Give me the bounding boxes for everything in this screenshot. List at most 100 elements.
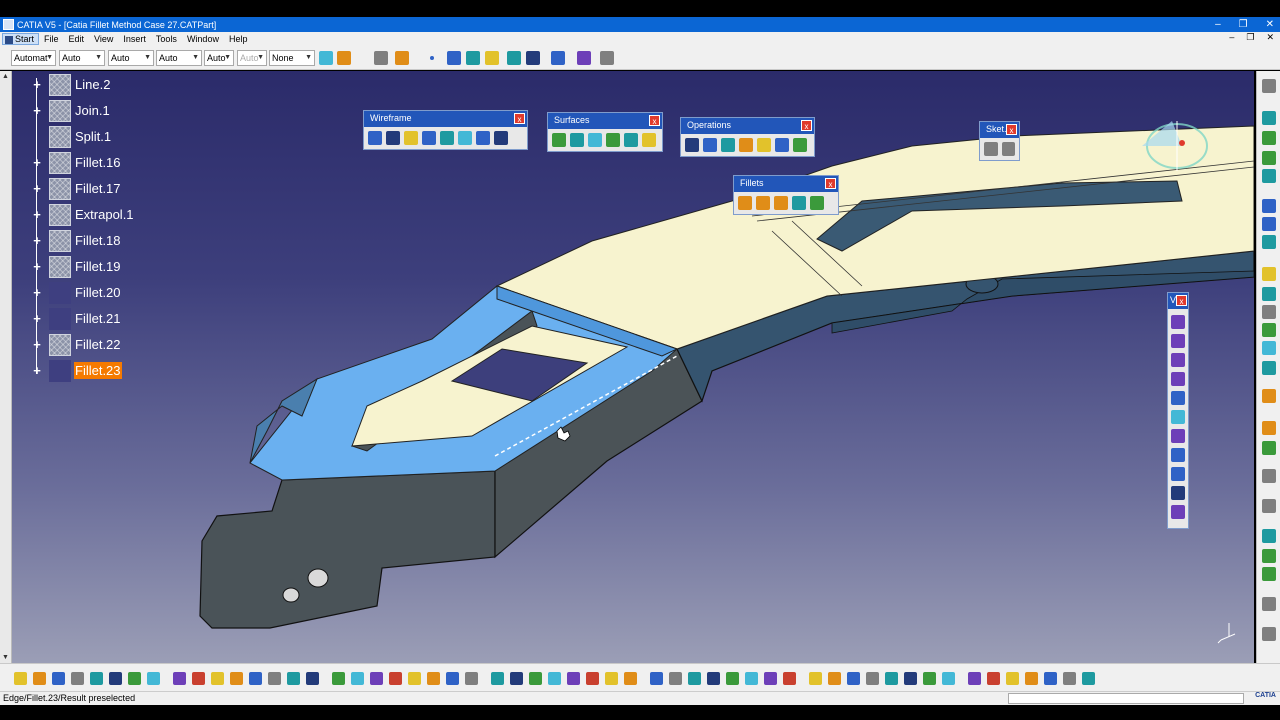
whats-this-icon[interactable] [192,672,205,685]
trim-icon[interactable] [739,138,753,152]
update-icon[interactable] [395,51,409,65]
tree-node-label[interactable]: Fillet.22 [74,336,122,353]
boundary-icon[interactable] [757,138,771,152]
multiview-icon[interactable] [783,672,796,685]
operations-toolbar-header[interactable]: Operations x [681,118,814,134]
copy-icon[interactable] [109,672,122,685]
transform-tool-icon[interactable] [1262,441,1276,455]
menu-window[interactable]: Window [182,34,224,44]
circle-icon[interactable] [476,131,490,145]
fillet-tool-icon[interactable] [1262,389,1276,403]
undo-icon[interactable] [147,672,160,685]
snapshot-icon[interactable] [605,672,618,685]
sheet-icon[interactable] [1006,672,1019,685]
tool-11-icon[interactable] [1171,505,1185,519]
cut-icon[interactable] [90,672,103,685]
surface-tool-icon[interactable] [1262,131,1276,145]
curve-icon[interactable] [466,51,480,65]
expand-icon[interactable]: + [30,260,44,274]
doc-close-button[interactable]: ✕ [1266,32,1274,43]
tree-node[interactable]: + Line.2 [30,72,160,98]
tool-4-icon[interactable] [1171,372,1185,386]
layer-combo[interactable]: None ▼ [269,50,315,66]
surface-feature-icon[interactable] [49,178,71,200]
tool-2-icon[interactable] [1171,334,1185,348]
menu-help[interactable]: Help [224,34,253,44]
close-icon[interactable]: x [1006,124,1017,135]
expand-icon[interactable]: + [30,208,44,222]
tree-node[interactable]: + Fillet.22 [30,332,160,358]
gear-icon[interactable] [374,51,388,65]
offset-tool-icon[interactable] [1262,287,1276,301]
join-tool-icon[interactable] [1262,169,1276,183]
tritangent-fillet-icon[interactable] [810,196,824,210]
plane-icon[interactable] [485,51,499,65]
minimize-button[interactable]: – [1215,19,1221,30]
selection-icon[interactable] [764,672,777,685]
tree-node[interactable]: + Fillet.19 [30,254,160,280]
parallel-icon[interactable] [809,672,822,685]
reaction-icon[interactable] [332,672,345,685]
tree-node-label[interactable]: Join.1 [74,102,111,119]
tree-node-label[interactable]: Fillet.23 [74,362,122,379]
measure-item-icon[interactable] [669,672,682,685]
projection-icon[interactable] [422,131,436,145]
pattern-tool-icon[interactable] [1262,567,1276,581]
command-input[interactable] [1008,693,1244,704]
tool-1-icon[interactable] [1171,315,1185,329]
axis-icon[interactable] [942,672,955,685]
offset-curve-icon[interactable] [458,131,472,145]
variable-fillet-icon[interactable] [774,196,788,210]
positioned-sketch-icon[interactable] [1001,142,1015,156]
3d-viewport[interactable] [12,71,1254,663]
clash-icon[interactable] [1044,672,1057,685]
painter-icon[interactable] [319,51,333,65]
tool-8-icon[interactable] [1171,448,1185,462]
table-tool-icon[interactable] [1262,549,1276,563]
menu-file[interactable]: File [39,34,64,44]
surface-feature-icon[interactable] [49,334,71,356]
apply-material-icon[interactable] [707,672,720,685]
inertia-icon[interactable] [688,672,701,685]
more-tools-icon[interactable] [1262,627,1276,641]
surface-feature-icon[interactable] [49,256,71,278]
doc-minimize-button[interactable]: – [1229,32,1234,43]
surface-icon[interactable] [507,51,521,65]
expand-icon[interactable]: + [30,338,44,352]
ground-icon[interactable] [885,672,898,685]
lighting-icon[interactable] [847,672,860,685]
healing-icon[interactable] [703,138,717,152]
transform-icon[interactable] [793,138,807,152]
sweep-tool-icon[interactable] [1262,217,1276,231]
doc-restore-button[interactable]: ❐ [1246,32,1254,43]
filter-icon[interactable] [726,672,739,685]
close-icon[interactable]: x [1176,295,1187,306]
fillet-feature-icon[interactable] [49,282,71,304]
tool-3-icon[interactable] [1171,353,1185,367]
intersection-icon[interactable] [440,131,454,145]
restore-button[interactable]: ❐ [1239,19,1248,30]
fill-tool-icon[interactable] [1262,235,1276,249]
split-icon[interactable] [721,138,735,152]
tree-node[interactable]: + Fillet.17 [30,176,160,202]
wireframe-tool-icon[interactable] [1262,111,1276,125]
fit-all-icon[interactable] [389,672,402,685]
paste-icon[interactable] [128,672,141,685]
fillet-feature-icon[interactable] [49,360,71,382]
scroll-up-icon[interactable]: ▲ [2,73,9,80]
surface-feature-icon[interactable] [49,74,71,96]
expand-icon[interactable]: + [30,104,44,118]
compass-tool-icon[interactable] [600,51,614,65]
tree-node-label[interactable]: Fillet.17 [74,180,122,197]
revolve-tool-icon[interactable] [1262,199,1276,213]
tree-node-label[interactable]: Fillet.21 [74,310,122,327]
fly-icon[interactable] [370,672,383,685]
transparency-combo[interactable]: Auto ▼ [59,50,105,66]
fillet-feature-icon[interactable] [49,308,71,330]
tool-6-icon[interactable] [1171,410,1185,424]
swap-icon[interactable] [567,672,580,685]
table-icon[interactable] [268,672,281,685]
sketch-toolbar-header[interactable]: Sket... x [980,122,1019,138]
normal-view-icon[interactable] [491,672,504,685]
point-icon[interactable] [368,131,382,145]
